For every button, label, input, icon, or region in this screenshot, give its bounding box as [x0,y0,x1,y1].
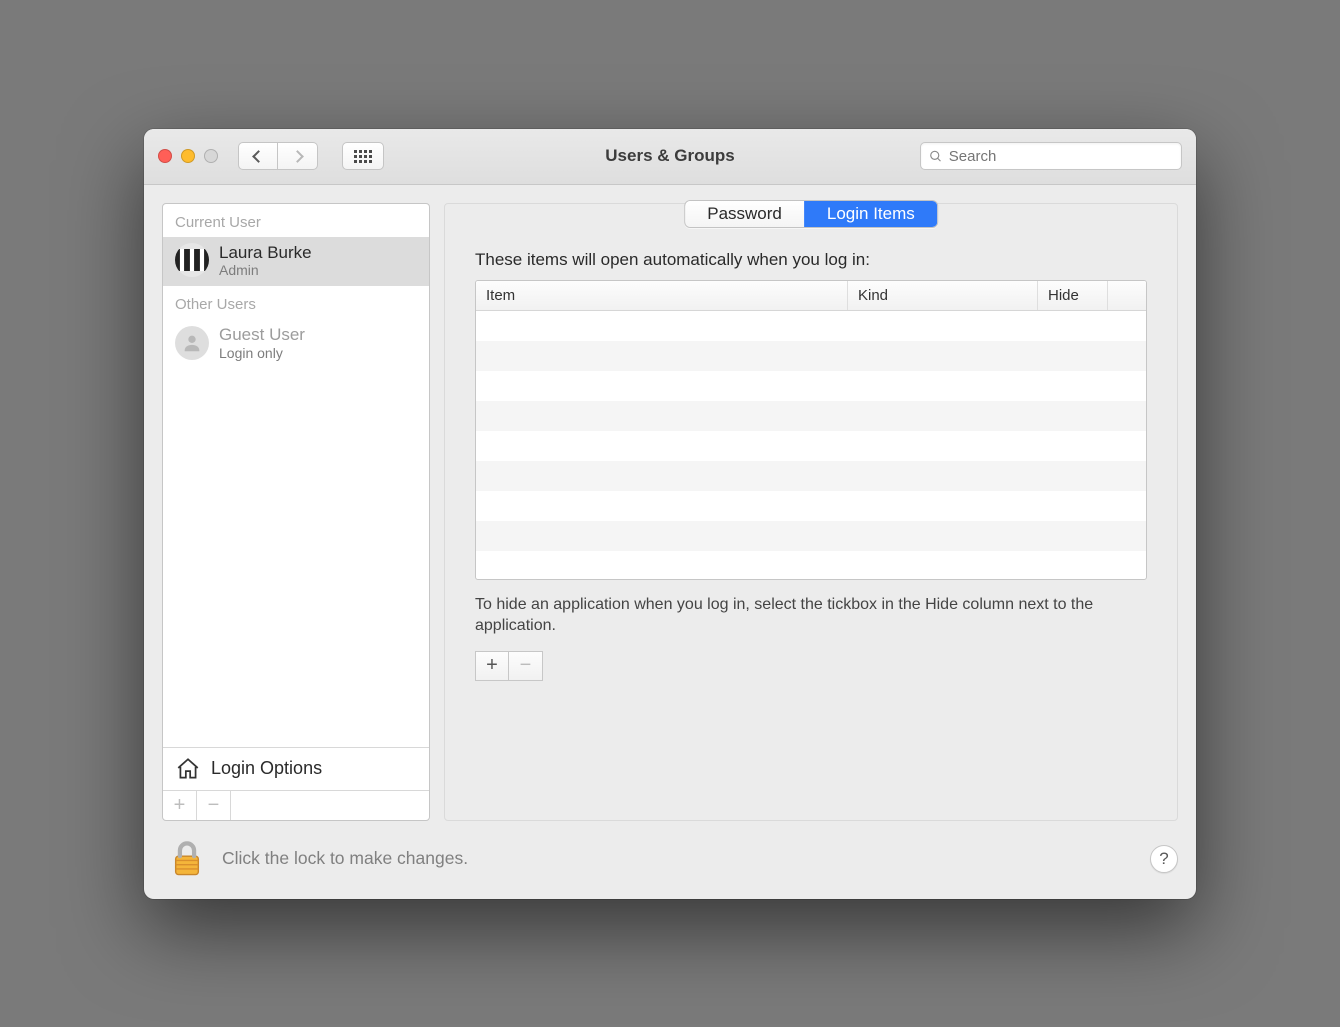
chevron-right-icon [291,150,304,163]
hide-hint-text: To hide an application when you log in, … [475,594,1147,637]
back-button[interactable] [238,142,278,170]
column-item[interactable]: Item [476,281,848,310]
sidebar-user-current[interactable]: Laura Burke Admin [163,237,429,287]
table-row [476,431,1146,461]
table-row [476,491,1146,521]
user-sidebar: Current User Laura Burke Admin Other Use… [162,203,430,821]
tab-password[interactable]: Password [685,201,804,227]
table-body[interactable] [476,311,1146,579]
search-field[interactable] [920,142,1182,170]
nav-buttons [238,142,318,170]
grid-icon [354,150,372,163]
tab-segmented-control: Password Login Items [684,200,938,228]
user-role: Login only [219,345,305,361]
user-name: Guest User [219,325,305,345]
tab-login-items[interactable]: Login Items [804,201,937,227]
table-row [476,461,1146,491]
remove-login-item-button: − [509,651,543,681]
sidebar-section-other: Other Users [163,286,429,319]
avatar-generic-icon [175,326,209,360]
add-user-button: + [163,791,197,820]
login-items-controls: + − [475,651,1147,681]
add-login-item-button[interactable]: + [475,651,509,681]
show-all-button[interactable] [342,142,384,170]
table-row [476,341,1146,371]
lock-icon[interactable] [170,839,204,879]
login-options-button[interactable]: Login Options [163,747,429,790]
chevron-left-icon [252,150,265,163]
titlebar: Users & Groups [144,129,1196,185]
forward-button [278,142,318,170]
user-role: Admin [219,262,312,278]
lock-row: Click the lock to make changes. ? [144,839,1196,899]
column-spacer [1108,281,1146,310]
help-button[interactable]: ? [1150,845,1178,873]
fullscreen-window-icon [204,149,218,163]
table-row [476,371,1146,401]
search-input[interactable] [949,148,1173,165]
column-kind[interactable]: Kind [848,281,1038,310]
user-name: Laura Burke [219,243,312,263]
avatar-icon [175,243,209,277]
login-options-label: Login Options [211,758,322,779]
minimize-window-icon[interactable] [181,149,195,163]
lock-text: Click the lock to make changes. [222,848,468,869]
close-window-icon[interactable] [158,149,172,163]
table-row [476,551,1146,580]
search-icon [929,149,943,164]
table-row [476,311,1146,341]
login-items-table: Item Kind Hide [475,280,1147,580]
column-hide[interactable]: Hide [1038,281,1108,310]
sidebar-section-current: Current User [163,204,429,237]
sidebar-footer: + − [163,790,429,820]
table-row [476,401,1146,431]
main-panel: Password Login Items These items will op… [444,203,1178,821]
house-icon [175,756,201,782]
window-controls [158,149,224,163]
table-header: Item Kind Hide [476,281,1146,311]
login-items-header: These items will open automatically when… [475,250,1147,270]
sidebar-user-guest[interactable]: Guest User Login only [163,319,429,369]
table-row [476,521,1146,551]
users-groups-window: Users & Groups Current User Laura Burke … [144,129,1196,899]
remove-user-button: − [197,791,231,820]
